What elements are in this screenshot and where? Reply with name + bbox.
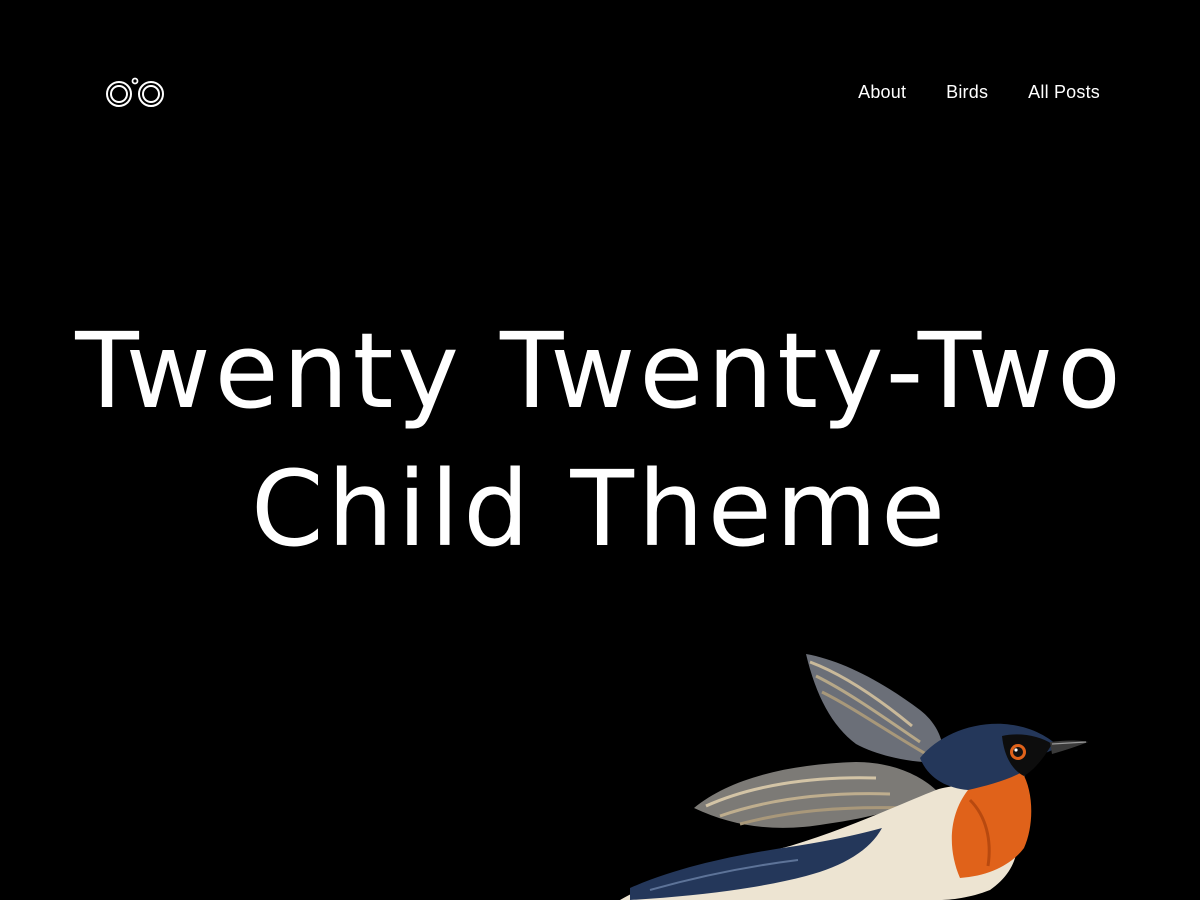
primary-navigation: About Birds All Posts	[858, 82, 1100, 103]
nav-link-about[interactable]: About	[858, 82, 906, 103]
site-title: Twenty Twenty-Two Child Theme	[75, 310, 1125, 570]
nav-link-birds[interactable]: Birds	[946, 82, 988, 103]
swallow-bird-illustration	[620, 640, 1100, 900]
site-header: About Birds All Posts	[104, 72, 1100, 112]
binoculars-icon	[106, 77, 164, 107]
page: About Birds All Posts Twenty Twenty-Two …	[0, 0, 1200, 900]
site-logo-link[interactable]	[104, 75, 166, 109]
nav-link-all-posts[interactable]: All Posts	[1028, 82, 1100, 103]
